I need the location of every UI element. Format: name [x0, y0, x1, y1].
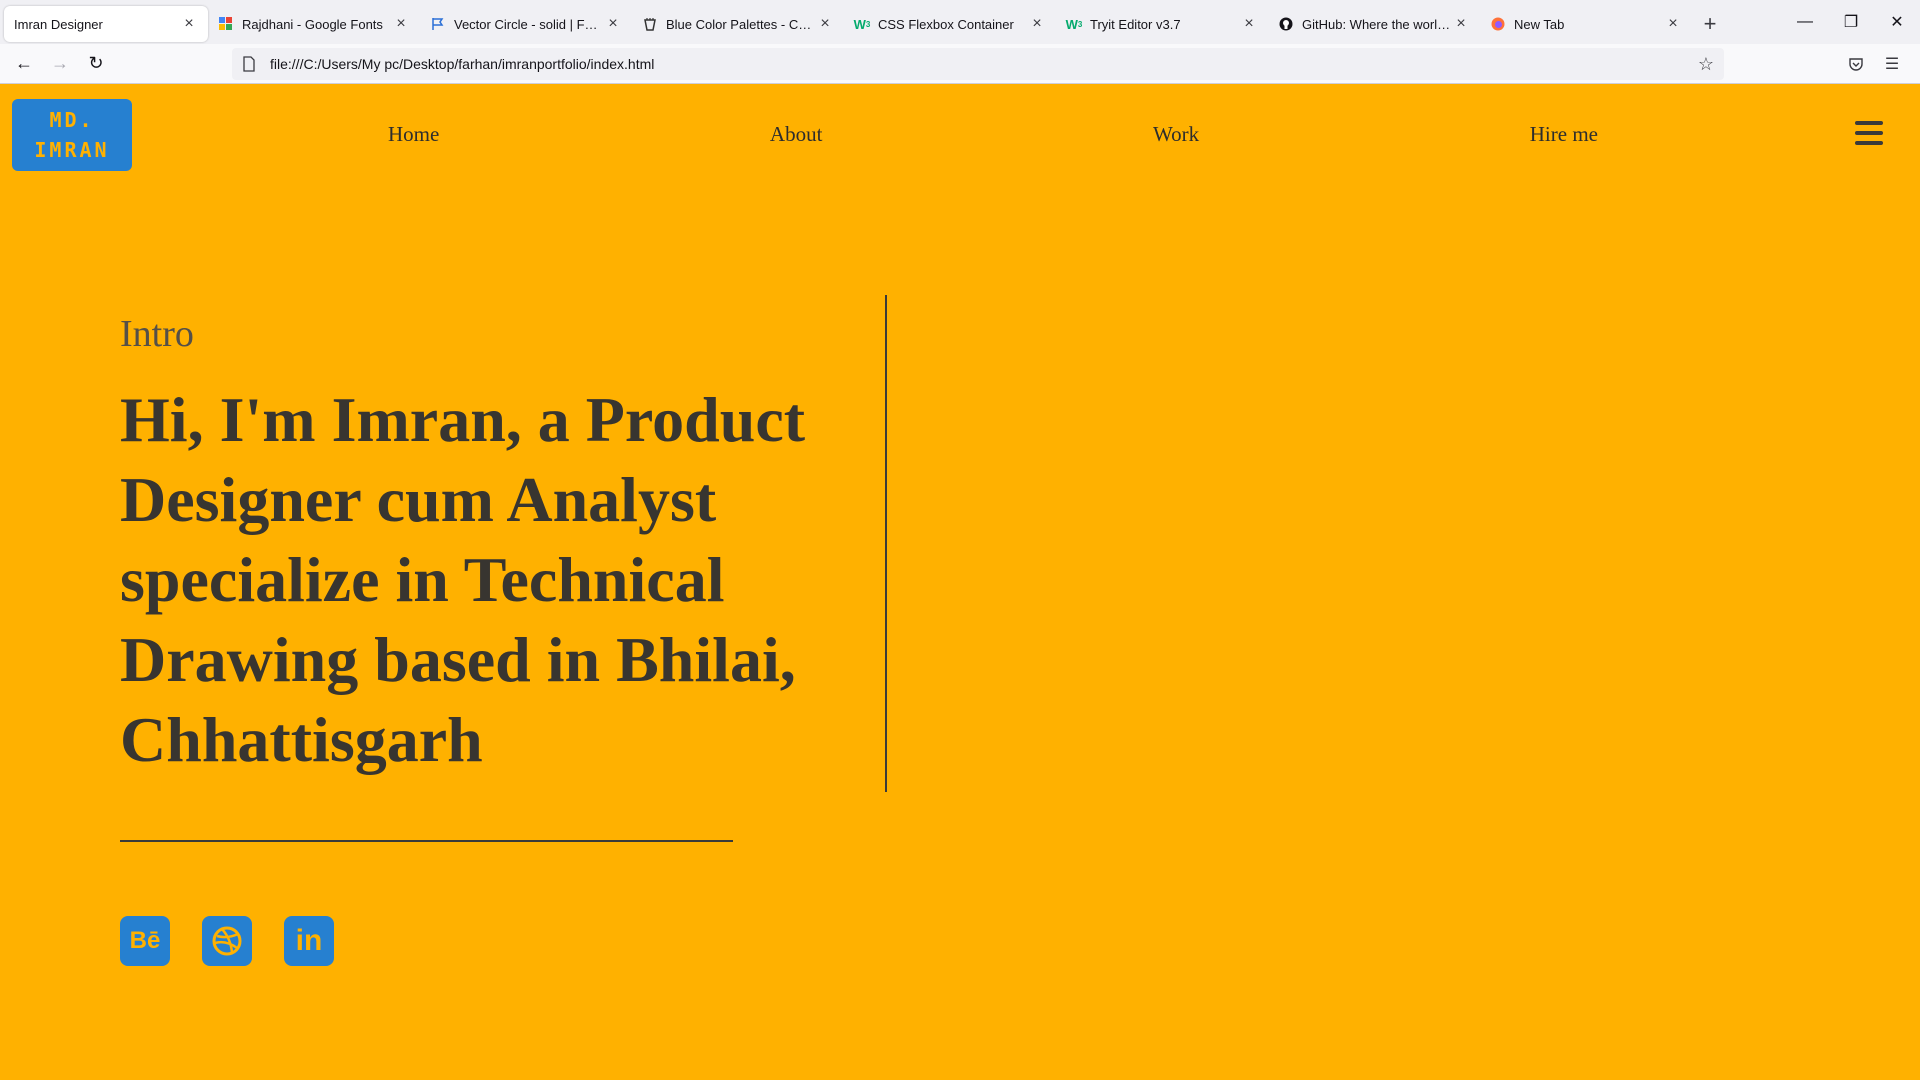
flag-icon: [430, 16, 446, 32]
w3schools-icon: W3: [853, 16, 871, 32]
close-tab-icon[interactable]: ×: [816, 15, 834, 33]
close-tab-icon[interactable]: ×: [1452, 15, 1470, 33]
social-links: Bē in: [120, 916, 334, 966]
close-tab-icon[interactable]: ×: [1664, 15, 1682, 33]
hero-headline: Hi, I'm Imran, a Product Designer cum An…: [120, 384, 806, 775]
close-tab-icon[interactable]: ×: [604, 15, 622, 33]
tab-strip: Imran Designer × Rajdhani - Google Fonts…: [0, 0, 1920, 44]
vertical-divider: [885, 295, 887, 792]
restore-icon[interactable]: ❐: [1828, 0, 1874, 44]
app-menu-icon[interactable]: ☰: [1874, 48, 1910, 80]
w3schools-icon: W3: [1065, 16, 1083, 32]
minimize-icon[interactable]: —: [1782, 0, 1828, 44]
firefox-icon: [1490, 16, 1506, 32]
close-tab-icon[interactable]: ×: [1240, 15, 1258, 33]
site-logo[interactable]: MD. IMRAN: [12, 99, 132, 171]
logo-line-2: IMRAN: [34, 138, 110, 162]
tab-title: GitHub: Where the world buil: [1302, 16, 1452, 32]
tab-title: Rajdhani - Google Fonts: [242, 16, 383, 32]
nav-home[interactable]: Home: [388, 122, 439, 147]
nav-hire-me[interactable]: Hire me: [1530, 122, 1598, 147]
tab-color-hunt[interactable]: Blue Color Palettes - Color Hu ×: [632, 6, 844, 42]
hamburger-menu-icon[interactable]: [1855, 121, 1883, 147]
close-tab-icon[interactable]: ×: [180, 15, 198, 33]
dribbble-icon[interactable]: [202, 916, 252, 966]
tab-title: Blue Color Palettes - Color Hu: [666, 16, 816, 32]
nav-about[interactable]: About: [770, 122, 823, 147]
navigation-toolbar: ← → ↻ file:///C:/Users/My pc/Desktop/far…: [0, 44, 1920, 84]
tab-github[interactable]: GitHub: Where the world buil ×: [1268, 6, 1480, 42]
tab-new-tab[interactable]: New Tab ×: [1480, 6, 1692, 42]
close-tab-icon[interactable]: ×: [392, 15, 410, 33]
page-viewport: MD. IMRAN Home About Work Hire me Intro …: [0, 84, 1920, 1080]
pocket-icon[interactable]: [1838, 48, 1874, 80]
google-fonts-icon: [218, 16, 234, 32]
tab-tryit-editor[interactable]: W3 Tryit Editor v3.7 ×: [1056, 6, 1268, 42]
new-tab-button[interactable]: +: [1692, 6, 1728, 42]
tab-imran-designer[interactable]: Imran Designer ×: [4, 6, 208, 42]
tab-title: Vector Circle - solid | Font Aw: [454, 16, 604, 32]
close-window-icon[interactable]: ✕: [1874, 0, 1920, 44]
reload-icon[interactable]: ↻: [78, 48, 114, 80]
site-navigation: Home About Work Hire me: [388, 122, 1598, 147]
linkedin-icon[interactable]: in: [284, 916, 334, 966]
url-text[interactable]: file:///C:/Users/My pc/Desktop/farhan/im…: [270, 56, 654, 72]
window-controls: — ❐ ✕: [1782, 0, 1920, 44]
back-arrow-icon[interactable]: ←: [6, 48, 42, 80]
tab-font-awesome[interactable]: Vector Circle - solid | Font Aw ×: [420, 6, 632, 42]
github-icon: [1278, 16, 1294, 32]
colorhunt-icon: [642, 16, 658, 32]
tab-title: Tryit Editor v3.7: [1090, 16, 1181, 32]
tab-google-fonts[interactable]: Rajdhani - Google Fonts ×: [208, 6, 420, 42]
tab-title: New Tab: [1514, 16, 1565, 32]
intro-label: Intro: [120, 313, 194, 355]
page-icon: [242, 56, 258, 72]
tab-title: CSS Flexbox Container: [878, 16, 1014, 32]
bookmark-star-icon[interactable]: ☆: [1698, 54, 1714, 75]
horizontal-divider: [120, 840, 733, 842]
logo-line-1: MD.: [49, 108, 95, 132]
tab-css-flexbox[interactable]: W3 CSS Flexbox Container ×: [844, 6, 1056, 42]
close-tab-icon[interactable]: ×: [1028, 15, 1046, 33]
tab-title: Imran Designer: [14, 16, 103, 32]
behance-icon[interactable]: Bē: [120, 916, 170, 966]
forward-arrow-icon[interactable]: →: [42, 48, 78, 80]
nav-work[interactable]: Work: [1153, 122, 1199, 147]
address-bar[interactable]: file:///C:/Users/My pc/Desktop/farhan/im…: [232, 48, 1724, 80]
